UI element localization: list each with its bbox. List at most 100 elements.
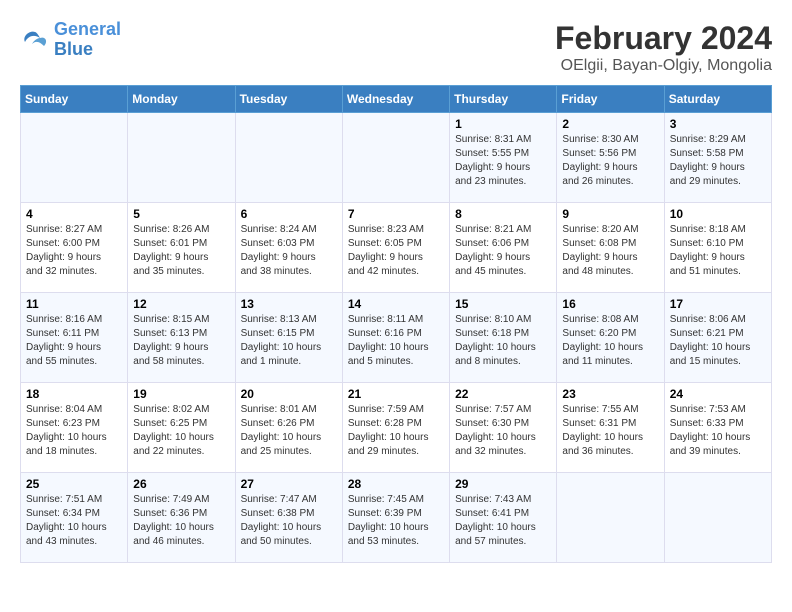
calendar-cell: 3Sunrise: 8:29 AM Sunset: 5:58 PM Daylig… <box>664 113 771 203</box>
day-info: Sunrise: 8:30 AM Sunset: 5:56 PM Dayligh… <box>562 133 658 189</box>
calendar-week-row: 11 Sunrise: 8:16 AM Sunset: 6:11 PM Dayli… <box>21 293 772 383</box>
calendar-cell <box>664 473 771 563</box>
day-number: 27 <box>241 477 337 491</box>
day-info: Sunrise: 8:11 AM Sunset: 6:16 PM Dayligh… <box>348 313 444 369</box>
calendar-cell <box>557 473 664 563</box>
day-number: 4 <box>26 207 122 221</box>
title-area: February 2024 OElgii, Bayan-Olgiy, Mongo… <box>555 20 772 75</box>
day-number: 11 <box>26 297 122 311</box>
day-number: 18 <box>26 387 122 401</box>
weekday-header-friday: Friday <box>557 86 664 113</box>
calendar-cell: 1 Sunrise: 8:31 AM Sunset: 5:55 PM Daylig… <box>450 113 557 203</box>
calendar-cell: 5 Sunrise: 8:26 AM Sunset: 6:01 PM Daylig… <box>128 203 235 293</box>
day-number: 14 <box>348 297 444 311</box>
calendar-cell: 19 Sunrise: 8:02 AM Sunset: 6:25 PM Dayli… <box>128 383 235 473</box>
logo-text: General Blue <box>54 20 121 60</box>
day-info: Sunrise: 8:27 AM Sunset: 6:00 PM Dayligh… <box>26 223 122 279</box>
header: General Blue February 2024 OElgii, Bayan… <box>20 20 772 75</box>
calendar-cell <box>235 113 342 203</box>
logo: General Blue <box>20 20 121 60</box>
day-info: Sunrise: 8:16 AM Sunset: 6:11 PM Dayligh… <box>26 313 122 369</box>
weekday-header-saturday: Saturday <box>664 86 771 113</box>
day-info: Sunrise: 8:01 AM Sunset: 6:26 PM Dayligh… <box>241 403 337 459</box>
day-info: Sunrise: 8:08 AM Sunset: 6:20 PM Dayligh… <box>562 313 658 369</box>
day-number: 5 <box>133 207 229 221</box>
logo-icon <box>20 28 50 52</box>
calendar-cell: 2Sunrise: 8:30 AM Sunset: 5:56 PM Daylig… <box>557 113 664 203</box>
day-info: Sunrise: 7:55 AM Sunset: 6:31 PM Dayligh… <box>562 403 658 459</box>
day-info: Sunrise: 8:23 AM Sunset: 6:05 PM Dayligh… <box>348 223 444 279</box>
day-info: Sunrise: 7:45 AM Sunset: 6:39 PM Dayligh… <box>348 493 444 549</box>
weekday-header-tuesday: Tuesday <box>235 86 342 113</box>
calendar-cell: 26 Sunrise: 7:49 AM Sunset: 6:36 PM Dayli… <box>128 473 235 563</box>
logo-line2: Blue <box>54 39 93 59</box>
calendar-cell <box>342 113 449 203</box>
day-info: Sunrise: 8:02 AM Sunset: 6:25 PM Dayligh… <box>133 403 229 459</box>
calendar-cell: 15 Sunrise: 8:10 AM Sunset: 6:18 PM Dayli… <box>450 293 557 383</box>
day-info: Sunrise: 7:51 AM Sunset: 6:34 PM Dayligh… <box>26 493 122 549</box>
weekday-header-sunday: Sunday <box>21 86 128 113</box>
day-number: 24 <box>670 387 766 401</box>
calendar-cell: 21Sunrise: 7:59 AM Sunset: 6:28 PM Dayli… <box>342 383 449 473</box>
weekday-header-row: SundayMondayTuesdayWednesdayThursdayFrid… <box>21 86 772 113</box>
calendar-cell: 14 Sunrise: 8:11 AM Sunset: 6:16 PM Dayli… <box>342 293 449 383</box>
calendar-week-row: 4 Sunrise: 8:27 AM Sunset: 6:00 PM Daylig… <box>21 203 772 293</box>
day-number: 9 <box>562 207 658 221</box>
calendar-cell: 25 Sunrise: 7:51 AM Sunset: 6:34 PM Dayli… <box>21 473 128 563</box>
day-info: Sunrise: 8:18 AM Sunset: 6:10 PM Dayligh… <box>670 223 766 279</box>
weekday-header-monday: Monday <box>128 86 235 113</box>
day-number: 29 <box>455 477 551 491</box>
day-info: Sunrise: 8:29 AM Sunset: 5:58 PM Dayligh… <box>670 133 766 189</box>
calendar-cell: 27 Sunrise: 7:47 AM Sunset: 6:38 PM Dayli… <box>235 473 342 563</box>
day-number: 10 <box>670 207 766 221</box>
calendar-cell: 29Sunrise: 7:43 AM Sunset: 6:41 PM Dayli… <box>450 473 557 563</box>
calendar-cell: 28 Sunrise: 7:45 AM Sunset: 6:39 PM Dayli… <box>342 473 449 563</box>
calendar-cell: 18 Sunrise: 8:04 AM Sunset: 6:23 PM Dayli… <box>21 383 128 473</box>
day-number: 17 <box>670 297 766 311</box>
day-number: 16 <box>562 297 658 311</box>
calendar-cell <box>128 113 235 203</box>
day-info: Sunrise: 8:26 AM Sunset: 6:01 PM Dayligh… <box>133 223 229 279</box>
weekday-header-wednesday: Wednesday <box>342 86 449 113</box>
calendar-cell: 6Sunrise: 8:24 AM Sunset: 6:03 PM Daylig… <box>235 203 342 293</box>
page-subtitle: OElgii, Bayan-Olgiy, Mongolia <box>555 57 772 75</box>
calendar-cell: 12 Sunrise: 8:15 AM Sunset: 6:13 PM Dayli… <box>128 293 235 383</box>
day-number: 7 <box>348 207 444 221</box>
day-number: 20 <box>241 387 337 401</box>
calendar-cell: 23 Sunrise: 7:55 AM Sunset: 6:31 PM Dayli… <box>557 383 664 473</box>
calendar-cell: 7 Sunrise: 8:23 AM Sunset: 6:05 PM Daylig… <box>342 203 449 293</box>
day-info: Sunrise: 8:10 AM Sunset: 6:18 PM Dayligh… <box>455 313 551 369</box>
day-info: Sunrise: 8:15 AM Sunset: 6:13 PM Dayligh… <box>133 313 229 369</box>
calendar-cell: 20 Sunrise: 8:01 AM Sunset: 6:26 PM Dayli… <box>235 383 342 473</box>
day-number: 26 <box>133 477 229 491</box>
day-number: 21 <box>348 387 444 401</box>
calendar-cell: 22Sunrise: 7:57 AM Sunset: 6:30 PM Dayli… <box>450 383 557 473</box>
day-number: 28 <box>348 477 444 491</box>
day-info: Sunrise: 7:49 AM Sunset: 6:36 PM Dayligh… <box>133 493 229 549</box>
day-number: 12 <box>133 297 229 311</box>
calendar-cell <box>21 113 128 203</box>
calendar-cell: 11 Sunrise: 8:16 AM Sunset: 6:11 PM Dayli… <box>21 293 128 383</box>
calendar-week-row: 18 Sunrise: 8:04 AM Sunset: 6:23 PM Dayli… <box>21 383 772 473</box>
calendar-cell: 13 Sunrise: 8:13 AM Sunset: 6:15 PM Dayli… <box>235 293 342 383</box>
calendar-cell: 17 Sunrise: 8:06 AM Sunset: 6:21 PM Dayli… <box>664 293 771 383</box>
calendar-week-row: 1 Sunrise: 8:31 AM Sunset: 5:55 PM Daylig… <box>21 113 772 203</box>
day-info: Sunrise: 8:06 AM Sunset: 6:21 PM Dayligh… <box>670 313 766 369</box>
day-number: 15 <box>455 297 551 311</box>
day-info: Sunrise: 8:31 AM Sunset: 5:55 PM Dayligh… <box>455 133 551 189</box>
day-number: 22 <box>455 387 551 401</box>
weekday-header-thursday: Thursday <box>450 86 557 113</box>
day-info: Sunrise: 7:47 AM Sunset: 6:38 PM Dayligh… <box>241 493 337 549</box>
day-number: 8 <box>455 207 551 221</box>
day-info: Sunrise: 8:04 AM Sunset: 6:23 PM Dayligh… <box>26 403 122 459</box>
calendar-cell: 10 Sunrise: 8:18 AM Sunset: 6:10 PM Dayli… <box>664 203 771 293</box>
day-number: 25 <box>26 477 122 491</box>
day-number: 13 <box>241 297 337 311</box>
day-number: 1 <box>455 117 551 131</box>
calendar-cell: 8Sunrise: 8:21 AM Sunset: 6:06 PM Daylig… <box>450 203 557 293</box>
day-number: 23 <box>562 387 658 401</box>
day-number: 19 <box>133 387 229 401</box>
day-info: Sunrise: 8:13 AM Sunset: 6:15 PM Dayligh… <box>241 313 337 369</box>
logo-line1: General <box>54 19 121 39</box>
calendar-cell: 24Sunrise: 7:53 AM Sunset: 6:33 PM Dayli… <box>664 383 771 473</box>
